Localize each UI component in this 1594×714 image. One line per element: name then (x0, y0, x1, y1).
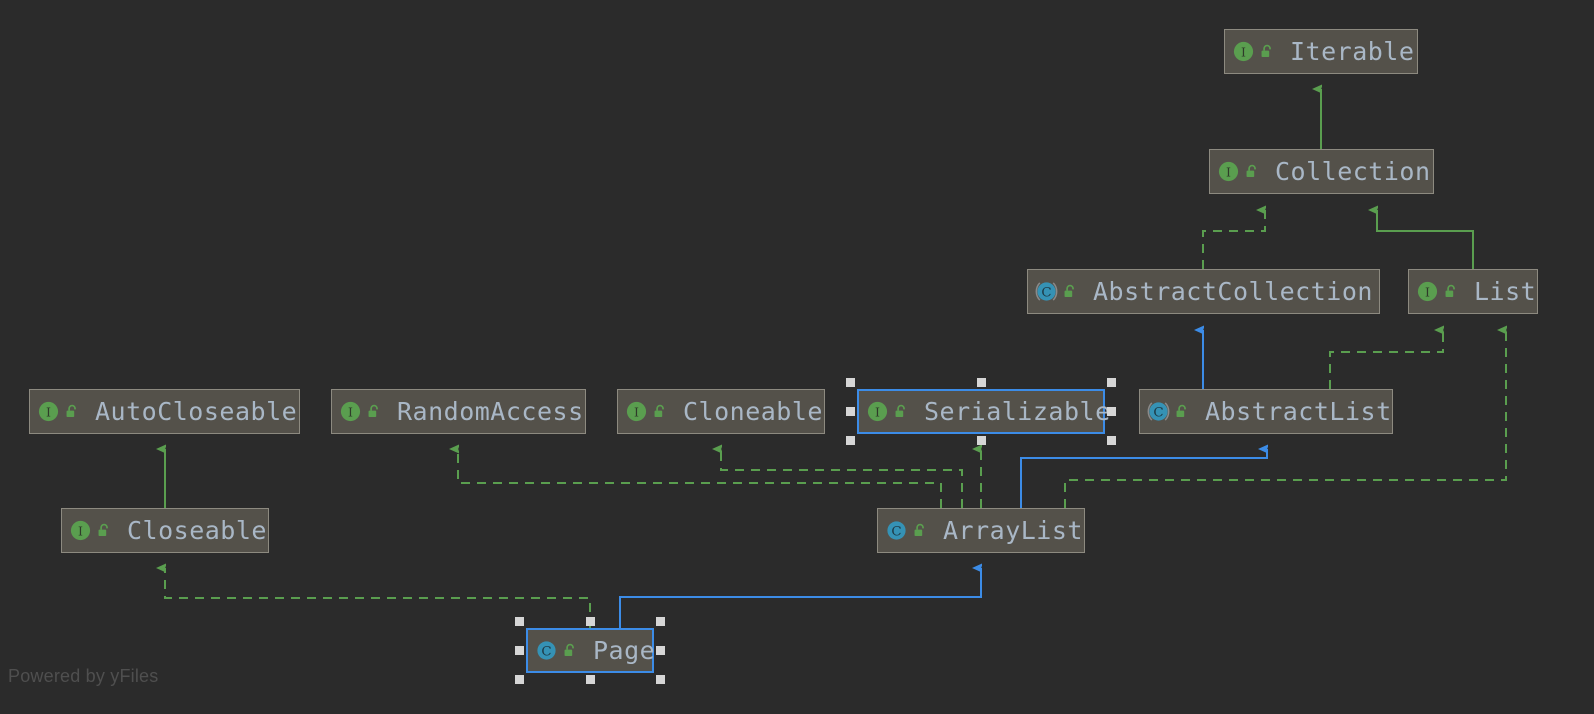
unlocked-padlock-icon (1445, 284, 1455, 298)
svg-text:I: I (1241, 44, 1246, 59)
selection-handle[interactable] (1107, 378, 1116, 387)
node-label: AbstractList (1205, 397, 1392, 426)
class-node-abstractcollection[interactable]: C AbstractCollection (1027, 269, 1380, 314)
selection-handle[interactable] (1107, 407, 1116, 416)
selection-handle[interactable] (1107, 436, 1116, 445)
svg-text:I: I (78, 523, 83, 538)
edge-abstractcollection-to-collection[interactable] (1202, 210, 1266, 269)
svg-text:I: I (875, 404, 880, 419)
class-node-collection[interactable]: I Collection (1209, 149, 1434, 194)
class-icon: C (537, 641, 556, 660)
node-label: Cloneable (683, 397, 823, 426)
node-icon-group: C (1147, 400, 1191, 423)
node-icon-group: C (535, 639, 579, 662)
unlocked-padlock-icon (654, 404, 664, 418)
edge-abstractlist-to-list[interactable] (1329, 330, 1444, 389)
node-icon-group: I (625, 400, 669, 423)
node-icon-group: I (866, 400, 910, 423)
diagram-canvas[interactable]: I Iterable I Collection C AbstractCollection I… (0, 0, 1594, 714)
node-icon-group: I (339, 400, 383, 423)
class-node-page[interactable]: C Page (526, 628, 656, 673)
node-label: Iterable (1290, 37, 1415, 66)
edge-arraylist-to-randomaccess[interactable] (458, 449, 942, 508)
unlocked-padlock-icon (564, 643, 574, 657)
selection-handle[interactable] (846, 378, 855, 387)
class-node-abstractlist[interactable]: C AbstractList (1139, 389, 1393, 434)
unlocked-padlock-icon (1176, 404, 1186, 418)
class-node-autocloseable[interactable]: I AutoCloseable (29, 389, 300, 434)
class-node-randomaccess[interactable]: I RandomAccess (331, 389, 586, 434)
selection-handle[interactable] (515, 646, 524, 655)
class-node-closeable[interactable]: I Closeable (61, 508, 269, 553)
node-icon-group: I (1232, 40, 1276, 63)
edge-arraylist-to-abstractlist[interactable] (1020, 449, 1268, 508)
svg-text:I: I (46, 404, 51, 419)
node-icon-group: I (37, 400, 81, 423)
interface-icon: I (38, 401, 59, 422)
class-icon: C (887, 521, 906, 540)
unlocked-padlock-icon (1261, 44, 1271, 58)
selection-handle[interactable] (656, 617, 665, 626)
class-node-serializable[interactable]: I Serializable (857, 389, 1110, 434)
interface-icon: I (70, 520, 91, 541)
svg-text:I: I (348, 404, 353, 419)
node-label: AbstractCollection (1093, 277, 1373, 306)
node-label: RandomAccess (397, 397, 584, 426)
edge-page-to-arraylist[interactable] (619, 568, 982, 628)
node-label: ArrayList (943, 516, 1083, 545)
svg-text:C: C (891, 524, 901, 539)
node-icon-group: C (1035, 280, 1079, 303)
svg-text:C: C (1041, 285, 1051, 300)
selection-handle[interactable] (585, 617, 595, 626)
class-node-arraylist[interactable]: C ArrayList (877, 508, 1085, 553)
unlocked-padlock-icon (1246, 164, 1256, 178)
unlocked-padlock-icon (914, 523, 924, 537)
selection-handle[interactable] (846, 407, 855, 416)
node-icon-group: I (69, 519, 113, 542)
class-node-list[interactable]: I List (1408, 269, 1538, 314)
node-label: Serializable (924, 397, 1111, 426)
node-icon-group: I (1217, 160, 1261, 183)
node-label: AutoCloseable (95, 397, 298, 426)
interface-icon: I (340, 401, 361, 422)
interface-icon: I (867, 401, 888, 422)
edge-layer (0, 0, 1507, 628)
selection-handle[interactable] (656, 646, 665, 655)
svg-text:C: C (1153, 405, 1163, 420)
node-icon-group: C (885, 519, 929, 542)
node-icon-group: I (1416, 280, 1460, 303)
interface-icon: I (626, 401, 647, 422)
selection-handle[interactable] (656, 675, 665, 684)
class-node-cloneable[interactable]: I Cloneable (617, 389, 825, 434)
selection-handle[interactable] (585, 675, 595, 684)
selection-handle[interactable] (515, 617, 524, 626)
edge-page-to-closeable[interactable] (165, 568, 591, 628)
abstract-class-icon: C (1147, 402, 1170, 421)
node-label: Closeable (127, 516, 267, 545)
interface-icon: I (1417, 281, 1438, 302)
selection-handle[interactable] (846, 436, 855, 445)
class-node-iterable[interactable]: I Iterable (1224, 29, 1418, 74)
selection-handle[interactable] (976, 378, 986, 387)
interface-icon: I (1218, 161, 1239, 182)
svg-text:I: I (634, 404, 639, 419)
node-label: Collection (1275, 157, 1431, 186)
svg-text:C: C (541, 644, 551, 659)
unlocked-padlock-icon (1064, 284, 1074, 298)
edge-arraylist-to-cloneable[interactable] (721, 449, 963, 508)
yfiles-watermark: Powered by yFiles (8, 666, 159, 686)
abstract-class-icon: C (1035, 282, 1058, 301)
svg-text:I: I (1425, 284, 1430, 299)
selection-handle[interactable] (976, 436, 986, 445)
selection-handle[interactable] (515, 675, 524, 684)
unlocked-padlock-icon (66, 404, 76, 418)
node-label: Page (593, 636, 656, 665)
unlocked-padlock-icon (895, 404, 905, 418)
unlocked-padlock-icon (98, 523, 108, 537)
unlocked-padlock-icon (368, 404, 378, 418)
edge-list-to-collection[interactable] (1377, 210, 1474, 269)
interface-icon: I (1233, 41, 1254, 62)
node-label: List (1474, 277, 1537, 306)
svg-text:I: I (1226, 164, 1231, 179)
